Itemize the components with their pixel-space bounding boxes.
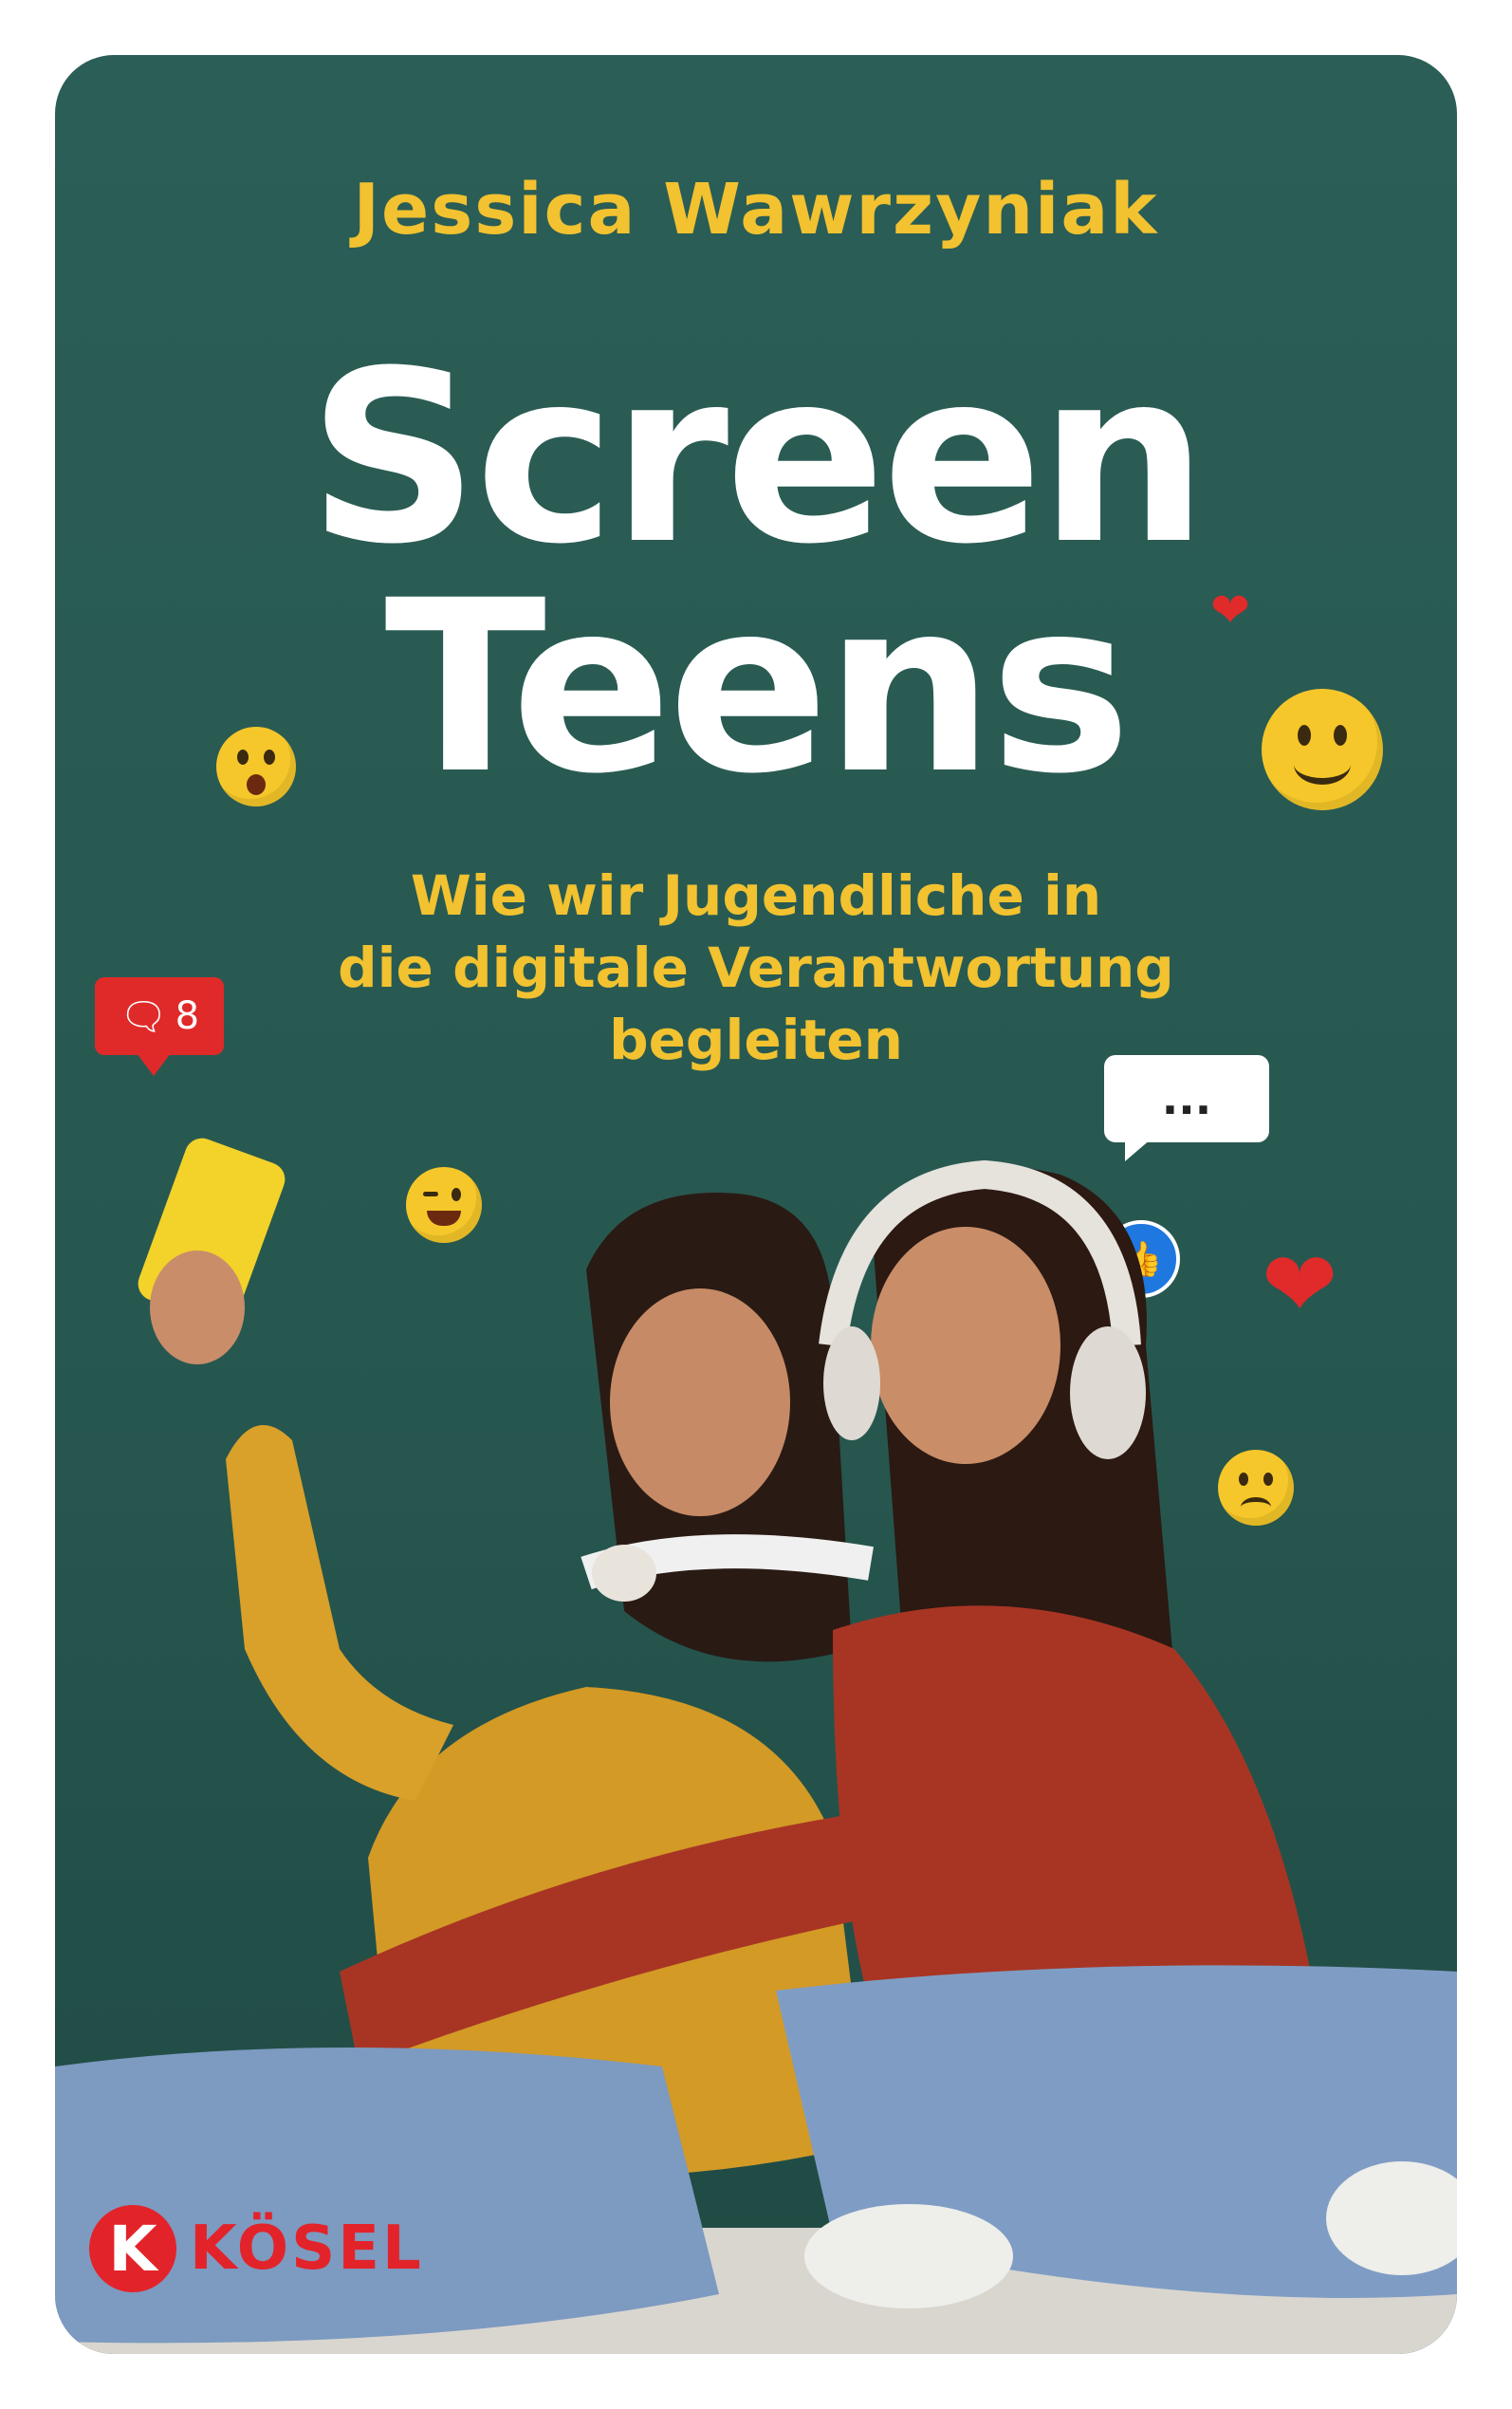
- subtitle-line-1: Wie wir Jugendliche in: [410, 863, 1102, 928]
- cover-photo: [55, 1138, 1457, 2354]
- publisher-name: KÖSEL: [190, 2214, 424, 2284]
- subtitle-line-2: die digitale Verantwortung: [338, 936, 1174, 1000]
- smiley-emoji-icon: [1262, 689, 1383, 810]
- comment-count-badge: 🗨 8: [95, 977, 224, 1076]
- subtitle: Wie wir Jugendliche in die digitale Vera…: [55, 860, 1457, 1076]
- publisher-logo-mark: K: [89, 2205, 176, 2292]
- comment-count: 8: [175, 994, 200, 1038]
- title-line-1: Screen: [307, 320, 1208, 596]
- small-heart-icon: ❤: [1210, 583, 1250, 638]
- surprised-emoji-icon: [216, 727, 296, 806]
- speech-bubble-icon: 🗨: [119, 994, 168, 1039]
- publisher-logo: K KÖSEL: [89, 2205, 424, 2292]
- book-cover: Jessica Wawrzyniak Screen Teens Wie wir …: [55, 55, 1457, 2354]
- author-name: Jessica Wawrzyniak: [353, 169, 1159, 250]
